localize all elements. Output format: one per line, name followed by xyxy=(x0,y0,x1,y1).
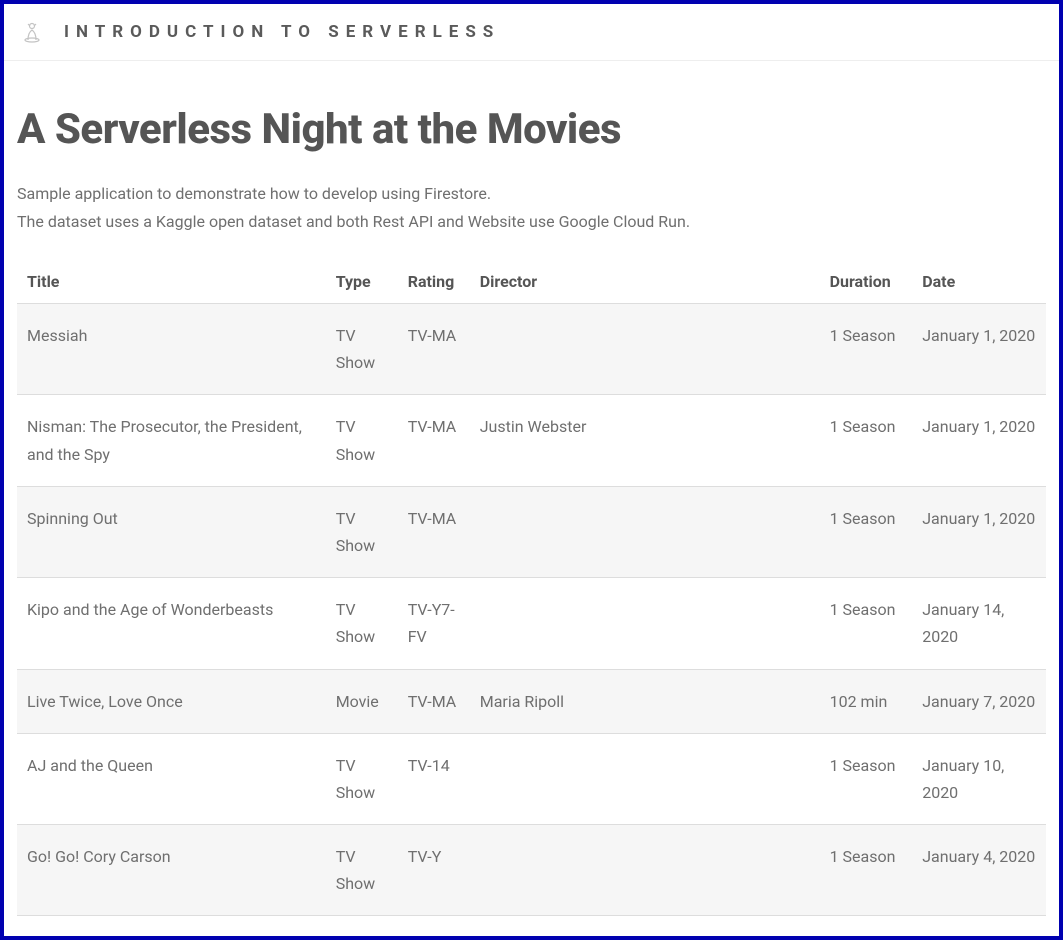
cell-rating: TV-MA xyxy=(398,486,470,577)
movies-table: Title Type Rating Director Duration Date… xyxy=(17,260,1046,916)
cell-date: January 1, 2020 xyxy=(912,395,1046,486)
cell-type: TV Show xyxy=(326,304,398,395)
cell-duration: 1 Season xyxy=(820,486,913,577)
cell-date: January 1, 2020 xyxy=(912,304,1046,395)
header: INTRODUCTION TO SERVERLESS xyxy=(4,4,1059,61)
intro: Sample application to demonstrate how to… xyxy=(17,180,1046,236)
cell-type: TV Show xyxy=(326,486,398,577)
cell-title: Go! Go! Cory Carson xyxy=(17,825,326,916)
cell-rating: TV-Y7-FV xyxy=(398,578,470,669)
cell-duration: 1 Season xyxy=(820,825,913,916)
table-row: Live Twice, Love Once Movie TV-MA Maria … xyxy=(17,669,1046,733)
cell-director: Justin Webster xyxy=(470,395,820,486)
cell-title: AJ and the Queen xyxy=(17,733,326,824)
content: A Serverless Night at the Movies Sample … xyxy=(4,61,1059,936)
table-row: Nisman: The Prosecutor, the President, a… xyxy=(17,395,1046,486)
cell-rating: TV-MA xyxy=(398,395,470,486)
cell-rating: TV-14 xyxy=(398,733,470,824)
page-container: INTRODUCTION TO SERVERLESS A Serverless … xyxy=(4,4,1059,936)
table-row: Kipo and the Age of Wonderbeasts TV Show… xyxy=(17,578,1046,669)
table-row: Spinning Out TV Show TV-MA 1 Season Janu… xyxy=(17,486,1046,577)
cell-duration: 1 Season xyxy=(820,578,913,669)
cell-duration: 1 Season xyxy=(820,395,913,486)
cell-director xyxy=(470,733,820,824)
col-rating: Rating xyxy=(398,260,470,304)
cell-date: January 7, 2020 xyxy=(912,669,1046,733)
cell-title: Kipo and the Age of Wonderbeasts xyxy=(17,578,326,669)
cell-date: January 14, 2020 xyxy=(912,578,1046,669)
cell-title: Messiah xyxy=(17,304,326,395)
table-header-row: Title Type Rating Director Duration Date xyxy=(17,260,1046,304)
table-row: AJ and the Queen TV Show TV-14 1 Season … xyxy=(17,733,1046,824)
table-row: Go! Go! Cory Carson TV Show TV-Y 1 Seaso… xyxy=(17,825,1046,916)
cell-director xyxy=(470,578,820,669)
cell-director xyxy=(470,825,820,916)
cell-date: January 10, 2020 xyxy=(912,733,1046,824)
intro-line-2: The dataset uses a Kaggle open dataset a… xyxy=(17,208,1046,236)
intro-line-1: Sample application to demonstrate how to… xyxy=(17,180,1046,208)
cell-title: Nisman: The Prosecutor, the President, a… xyxy=(17,395,326,486)
col-date: Date xyxy=(912,260,1046,304)
cell-type: TV Show xyxy=(326,578,398,669)
cell-rating: TV-MA xyxy=(398,304,470,395)
col-duration: Duration xyxy=(820,260,913,304)
header-title: INTRODUCTION TO SERVERLESS xyxy=(64,22,500,42)
cell-duration: 102 min xyxy=(820,669,913,733)
cell-rating: TV-Y xyxy=(398,825,470,916)
cell-type: TV Show xyxy=(326,733,398,824)
table-body: Messiah TV Show TV-MA 1 Season January 1… xyxy=(17,304,1046,916)
cell-type: TV Show xyxy=(326,395,398,486)
cell-duration: 1 Season xyxy=(820,304,913,395)
page-title: A Serverless Night at the Movies xyxy=(17,105,1046,154)
cell-duration: 1 Season xyxy=(820,733,913,824)
cell-rating: TV-MA xyxy=(398,669,470,733)
cell-title: Live Twice, Love Once xyxy=(17,669,326,733)
cell-director: Maria Ripoll xyxy=(470,669,820,733)
logo-icon xyxy=(18,18,46,46)
cell-director xyxy=(470,304,820,395)
cell-type: TV Show xyxy=(326,825,398,916)
col-type: Type xyxy=(326,260,398,304)
cell-title: Spinning Out xyxy=(17,486,326,577)
col-title: Title xyxy=(17,260,326,304)
table-row: Messiah TV Show TV-MA 1 Season January 1… xyxy=(17,304,1046,395)
cell-date: January 4, 2020 xyxy=(912,825,1046,916)
cell-type: Movie xyxy=(326,669,398,733)
cell-director xyxy=(470,486,820,577)
col-director: Director xyxy=(470,260,820,304)
cell-date: January 1, 2020 xyxy=(912,486,1046,577)
